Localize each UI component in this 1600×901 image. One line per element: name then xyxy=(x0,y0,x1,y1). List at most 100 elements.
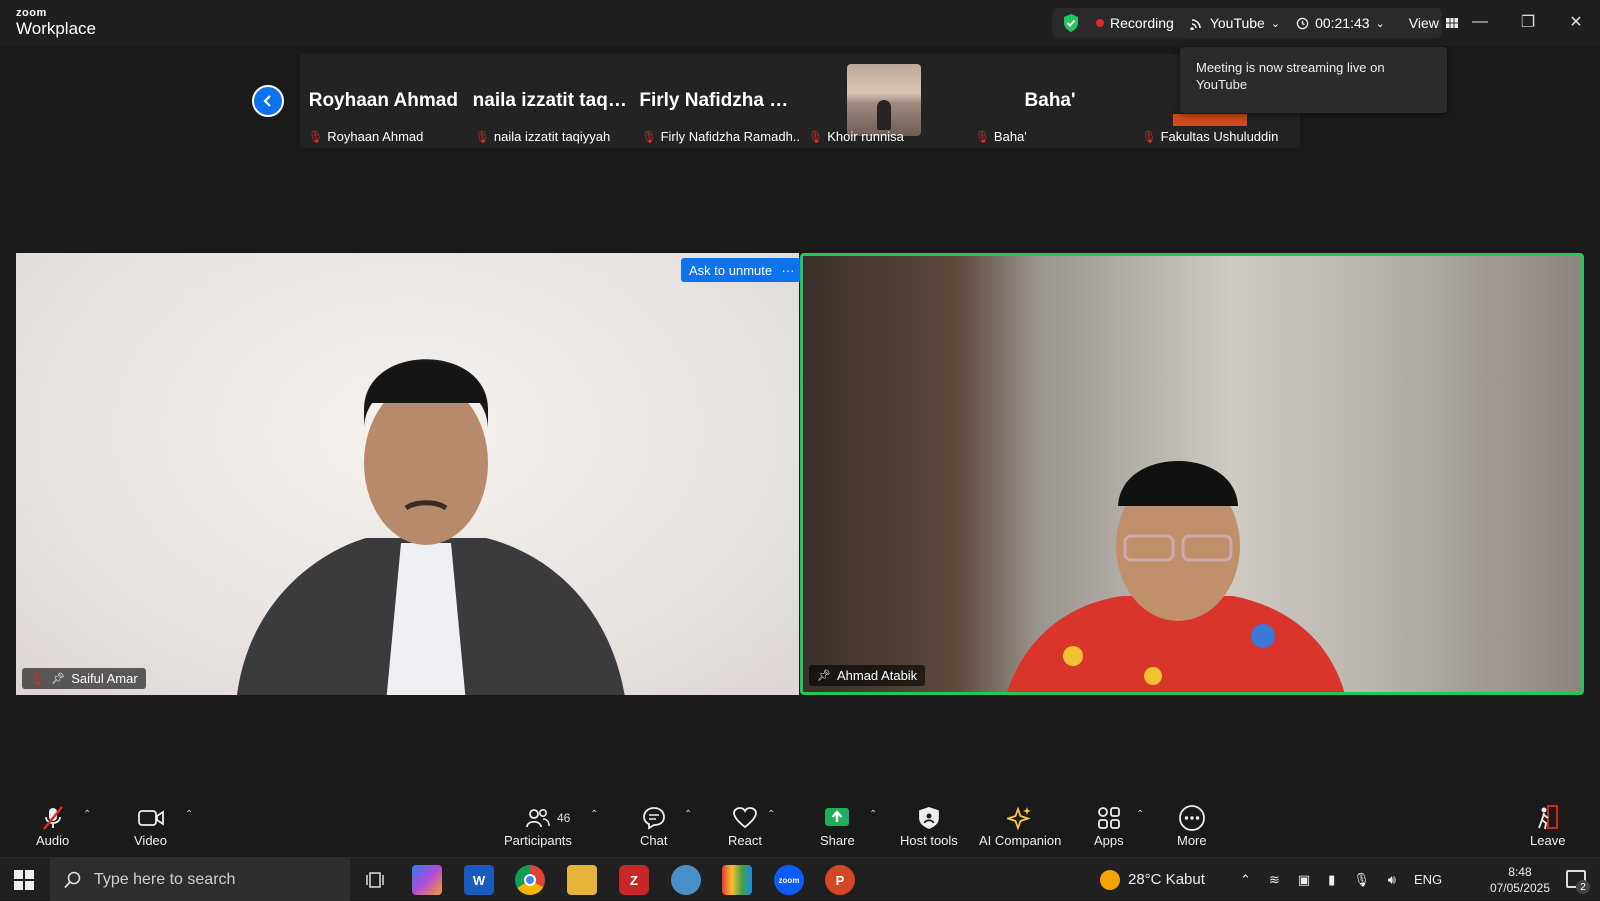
pin-icon: 📌︎ xyxy=(817,670,831,682)
books-app-icon[interactable] xyxy=(722,865,752,895)
participants-label: Participants xyxy=(504,833,572,848)
ask-to-unmute-button[interactable]: Ask to unmute xyxy=(681,258,781,282)
participant-tile[interactable]: Baha' 🎙︎ Baha' xyxy=(967,54,1134,148)
more-button[interactable]: More xyxy=(1177,803,1207,848)
participant-tile[interactable]: Royhaan Ahmad 🎙︎ Royhaan Ahmad xyxy=(300,54,467,148)
share-screen-icon xyxy=(825,808,850,826)
react-label: React xyxy=(728,833,762,848)
recording-indicator[interactable]: Recording xyxy=(1096,15,1174,31)
video-participant-name: Saiful Amar xyxy=(71,671,138,686)
share-options-caret[interactable]: ⌃ xyxy=(869,809,877,820)
zoom-logo: zoom Workplace xyxy=(16,8,96,39)
wifi-icon[interactable]: ≋ xyxy=(1269,872,1280,888)
react-options-caret[interactable]: ⌃ xyxy=(767,809,775,820)
taskbar-search-box[interactable]: Type here to search xyxy=(50,858,350,901)
mic-muted-icon: 🎙︎ xyxy=(808,129,824,144)
participant-label: 🎙︎ Firly Nafidzha Ramadh... xyxy=(641,129,800,144)
copilot-icon[interactable] xyxy=(412,865,442,895)
language-indicator[interactable]: ENG xyxy=(1414,872,1442,887)
word-icon[interactable]: W xyxy=(464,865,494,895)
task-view-icon[interactable] xyxy=(360,865,390,895)
audio-label: Audio xyxy=(36,833,70,848)
participant-strip: Royhaan Ahmad 🎙︎ Royhaan Ahmad naila izza… xyxy=(300,54,1300,148)
view-button[interactable]: View xyxy=(1409,15,1459,31)
notification-count: 2 xyxy=(1576,880,1590,894)
participant-initials-name: Firly Nafidzha R... xyxy=(639,90,799,111)
shield-check-icon xyxy=(1064,14,1078,32)
leave-label: Leave xyxy=(1530,833,1566,848)
participant-name: naila izzatit taqiyyah xyxy=(493,129,611,144)
search-placeholder: Type here to search xyxy=(94,870,236,888)
volume-icon[interactable]: 🔊︎ xyxy=(1388,872,1396,888)
chat-bubble-icon xyxy=(642,807,665,830)
participants-button[interactable]: Participants xyxy=(504,803,572,848)
sparkle-icon xyxy=(1007,806,1032,831)
minimize-button[interactable]: — xyxy=(1456,0,1504,44)
share-button[interactable]: Share xyxy=(820,803,855,848)
video-tile-saiful[interactable]: 🎙︎ 📌︎ Saiful Amar xyxy=(16,253,799,695)
restore-button[interactable]: ❐ xyxy=(1504,0,1552,44)
video-options-caret[interactable]: ⌃ xyxy=(185,809,193,820)
windows-start-icon[interactable] xyxy=(14,870,34,890)
chat-options-caret[interactable]: ⌃ xyxy=(684,809,692,820)
meeting-timer[interactable]: 00:21:43 ⌄ xyxy=(1296,15,1385,31)
participants-options-caret[interactable]: ⌃ xyxy=(590,809,598,820)
stream-label: YouTube xyxy=(1209,15,1265,31)
participant-tile[interactable]: naila izzatit taqi... 🎙︎ naila izzatit ta… xyxy=(467,54,634,148)
mic-muted-icon: 🎙︎ xyxy=(474,129,490,144)
video-tile-ahmad-active-speaker[interactable]: 📌︎ Ahmad Atabik xyxy=(800,253,1584,695)
audio-options-caret[interactable]: ⌃ xyxy=(83,809,91,820)
battery-icon[interactable]: ▮ xyxy=(1328,872,1335,888)
host-tools-button[interactable]: Host tools xyxy=(900,803,958,848)
apps-button[interactable]: Apps xyxy=(1094,803,1124,848)
participant-name: Fakultas Ushuluddin xyxy=(1160,129,1279,144)
close-button[interactable]: ✕ xyxy=(1552,0,1600,44)
chevron-up-icon[interactable]: ⌃ xyxy=(1240,872,1251,888)
meet-now-icon[interactable]: ▣ xyxy=(1298,872,1310,888)
participant-label: 🎙︎ Khoir runnisa xyxy=(808,129,904,144)
heart-icon xyxy=(733,807,757,829)
weather-widget[interactable]: 28°C Kabut xyxy=(1100,858,1205,901)
participant-tile[interactable]: Firly Nafidzha R... 🎙︎ Firly Nafidzha Ram… xyxy=(633,54,800,148)
zoom-taskbar-icon[interactable]: zoom xyxy=(774,865,804,895)
chat-button[interactable]: Chat xyxy=(640,803,667,848)
participant-name: Baha' xyxy=(993,129,1027,144)
video-camera-icon xyxy=(137,810,164,826)
mic-muted-icon: 🎙︎ xyxy=(30,671,46,686)
strip-previous-button[interactable] xyxy=(252,85,284,117)
app-icon[interactable] xyxy=(671,865,701,895)
clock-time: 8:48 xyxy=(1508,865,1532,879)
video-more-options-button[interactable]: ··· xyxy=(776,258,800,282)
video-participant-name: Ahmad Atabik xyxy=(836,668,918,683)
window-controls: — ❐ ✕ xyxy=(1456,0,1600,44)
participant-initials-name: Baha' xyxy=(1024,90,1076,111)
timer-value: 00:21:43 xyxy=(1315,15,1370,31)
chat-label: Chat xyxy=(640,833,668,848)
stream-indicator[interactable]: YouTube ⌄ xyxy=(1190,15,1280,31)
ai-companion-button[interactable]: AI Companion xyxy=(979,803,1061,848)
zotero-icon[interactable]: Z xyxy=(619,865,649,895)
audio-button[interactable]: Audio xyxy=(36,803,69,848)
windows-taskbar: Type here to search W Z zoom P 28°C Kabu… xyxy=(0,857,1600,901)
microphone-icon[interactable]: 🎙︎ xyxy=(1353,872,1370,888)
chrome-icon[interactable] xyxy=(515,865,545,895)
video-button[interactable]: Video xyxy=(134,803,167,848)
leave-button[interactable]: Leave xyxy=(1530,803,1565,848)
react-button[interactable]: React xyxy=(728,803,762,848)
powerpoint-icon[interactable]: P xyxy=(825,865,855,895)
participant-name: Khoir runnisa xyxy=(827,129,904,144)
encryption-shield[interactable] xyxy=(1062,13,1080,33)
apps-grid-icon xyxy=(1097,807,1120,829)
weather-sun-icon xyxy=(1100,869,1120,890)
video-name-label: 🎙︎ 📌︎ Saiful Amar xyxy=(22,668,146,689)
taskbar-clock[interactable]: 8:48 07/05/2025 xyxy=(1490,864,1550,896)
apps-options-caret[interactable]: ⌃ xyxy=(1136,809,1144,820)
participant-tile[interactable]: 🎙︎ Khoir runnisa xyxy=(800,54,967,148)
pin-icon: 📌︎ xyxy=(51,673,66,685)
title-bar: zoom Workplace Recording YouTube ⌄ 00:21… xyxy=(0,0,1600,46)
view-label: View xyxy=(1408,15,1439,31)
file-explorer-icon[interactable] xyxy=(567,865,597,895)
participant-label: 🎙︎ Royhaan Ahmad xyxy=(308,129,423,144)
mic-muted-icon: 🎙︎ xyxy=(308,129,324,144)
ai-companion-label: AI Companion xyxy=(979,833,1062,848)
